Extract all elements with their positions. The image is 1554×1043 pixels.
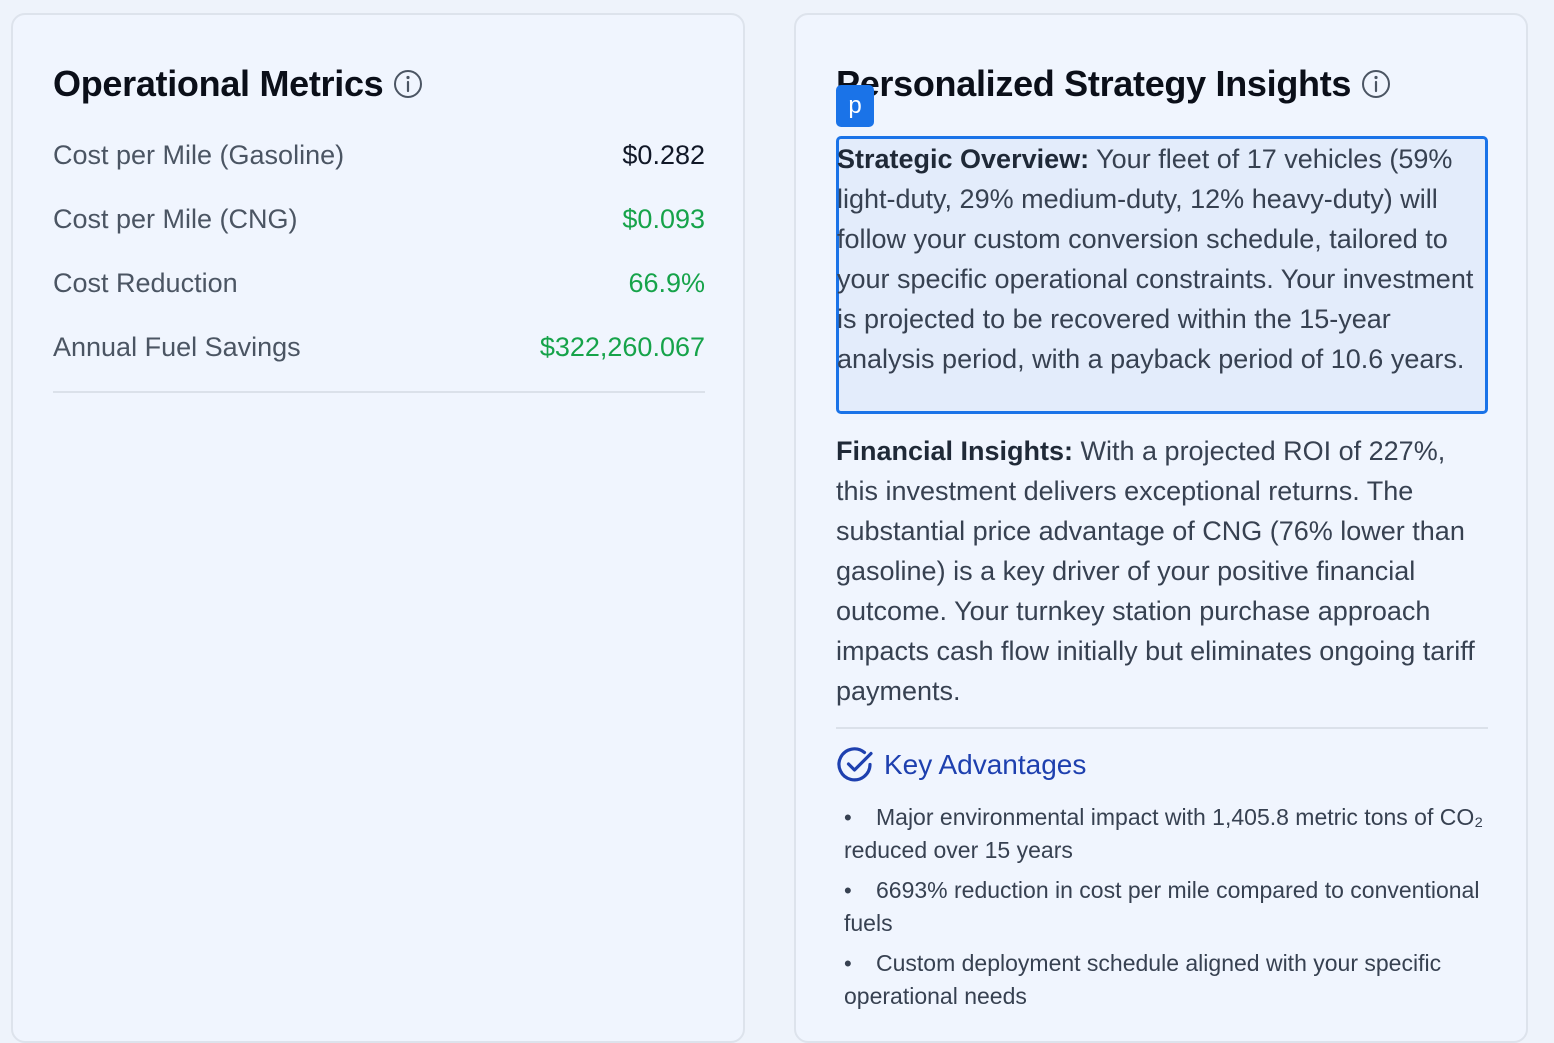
metric-row-annual-fuel-savings: Annual Fuel Savings $322,260.067 xyxy=(53,327,705,367)
strategic-overview-text: Your fleet of 17 vehicles (59% light-dut… xyxy=(837,144,1474,374)
financial-insights-text: With a projected ROI of 227%, this inves… xyxy=(836,436,1475,706)
info-icon[interactable] xyxy=(1361,69,1391,99)
metric-value: $0.282 xyxy=(622,139,705,170)
strategic-overview-label: Strategic Overview: xyxy=(837,144,1090,174)
operational-metrics-title: Operational Metrics xyxy=(53,63,423,105)
metric-row-cost-per-mile-cng: Cost per Mile (CNG) $0.093 xyxy=(53,199,705,239)
operational-metrics-title-text: Operational Metrics xyxy=(53,63,384,104)
key-advantages-list: • Major environmental impact with 1,405.8… xyxy=(844,801,1484,1020)
key-advantages-heading: Key Advantages xyxy=(836,745,1086,785)
financial-insights-label: Financial Insights: xyxy=(836,436,1074,466)
metric-label: Annual Fuel Savings xyxy=(53,331,301,362)
list-item: • Custom deployment schedule aligned with… xyxy=(844,950,1442,1009)
strategy-insights-card: Personalized Strategy Insights p Strateg… xyxy=(794,13,1528,1043)
metric-row-cost-per-mile-gasoline: Cost per Mile (Gasoline) $0.282 xyxy=(53,135,705,175)
check-circle-icon xyxy=(837,747,873,782)
metric-label: Cost per Mile (Gasoline) xyxy=(53,139,345,170)
operational-metrics-card: Operational Metrics Cost per Mile (Gasol… xyxy=(11,13,745,1043)
strategy-insights-title-text: Personalized Strategy Insights xyxy=(836,63,1352,104)
divider xyxy=(53,391,705,393)
list-item: • Major environmental impact with 1,405.8… xyxy=(844,804,1484,863)
financial-insights-paragraph: Financial Insights: With a projected ROI… xyxy=(836,431,1488,711)
metric-value: 66.9% xyxy=(628,267,705,298)
divider xyxy=(836,727,1488,729)
list-item-text: Major environmental impact with 1,405.8 … xyxy=(844,804,1484,863)
element-tag-label: p xyxy=(836,85,874,127)
list-item-text: 6693% reduction in cost per mile compare… xyxy=(844,877,1480,936)
key-advantages-heading-text: Key Advantages xyxy=(884,749,1087,780)
strategy-insights-title: Personalized Strategy Insights xyxy=(836,63,1391,105)
metric-label: Cost per Mile (CNG) xyxy=(53,203,298,234)
metric-value: $322,260.067 xyxy=(539,331,705,362)
list-item-text: Custom deployment schedule aligned with … xyxy=(844,950,1442,1009)
metric-label: Cost Reduction xyxy=(53,267,238,298)
metric-row-cost-reduction: Cost Reduction 66.9% xyxy=(53,263,705,303)
list-item: • 6693% reduction in cost per mile compar… xyxy=(844,877,1480,936)
info-icon[interactable] xyxy=(393,69,423,99)
strategic-overview-paragraph[interactable]: Strategic Overview: Your fleet of 17 veh… xyxy=(836,136,1488,414)
metric-value: $0.093 xyxy=(622,203,705,234)
